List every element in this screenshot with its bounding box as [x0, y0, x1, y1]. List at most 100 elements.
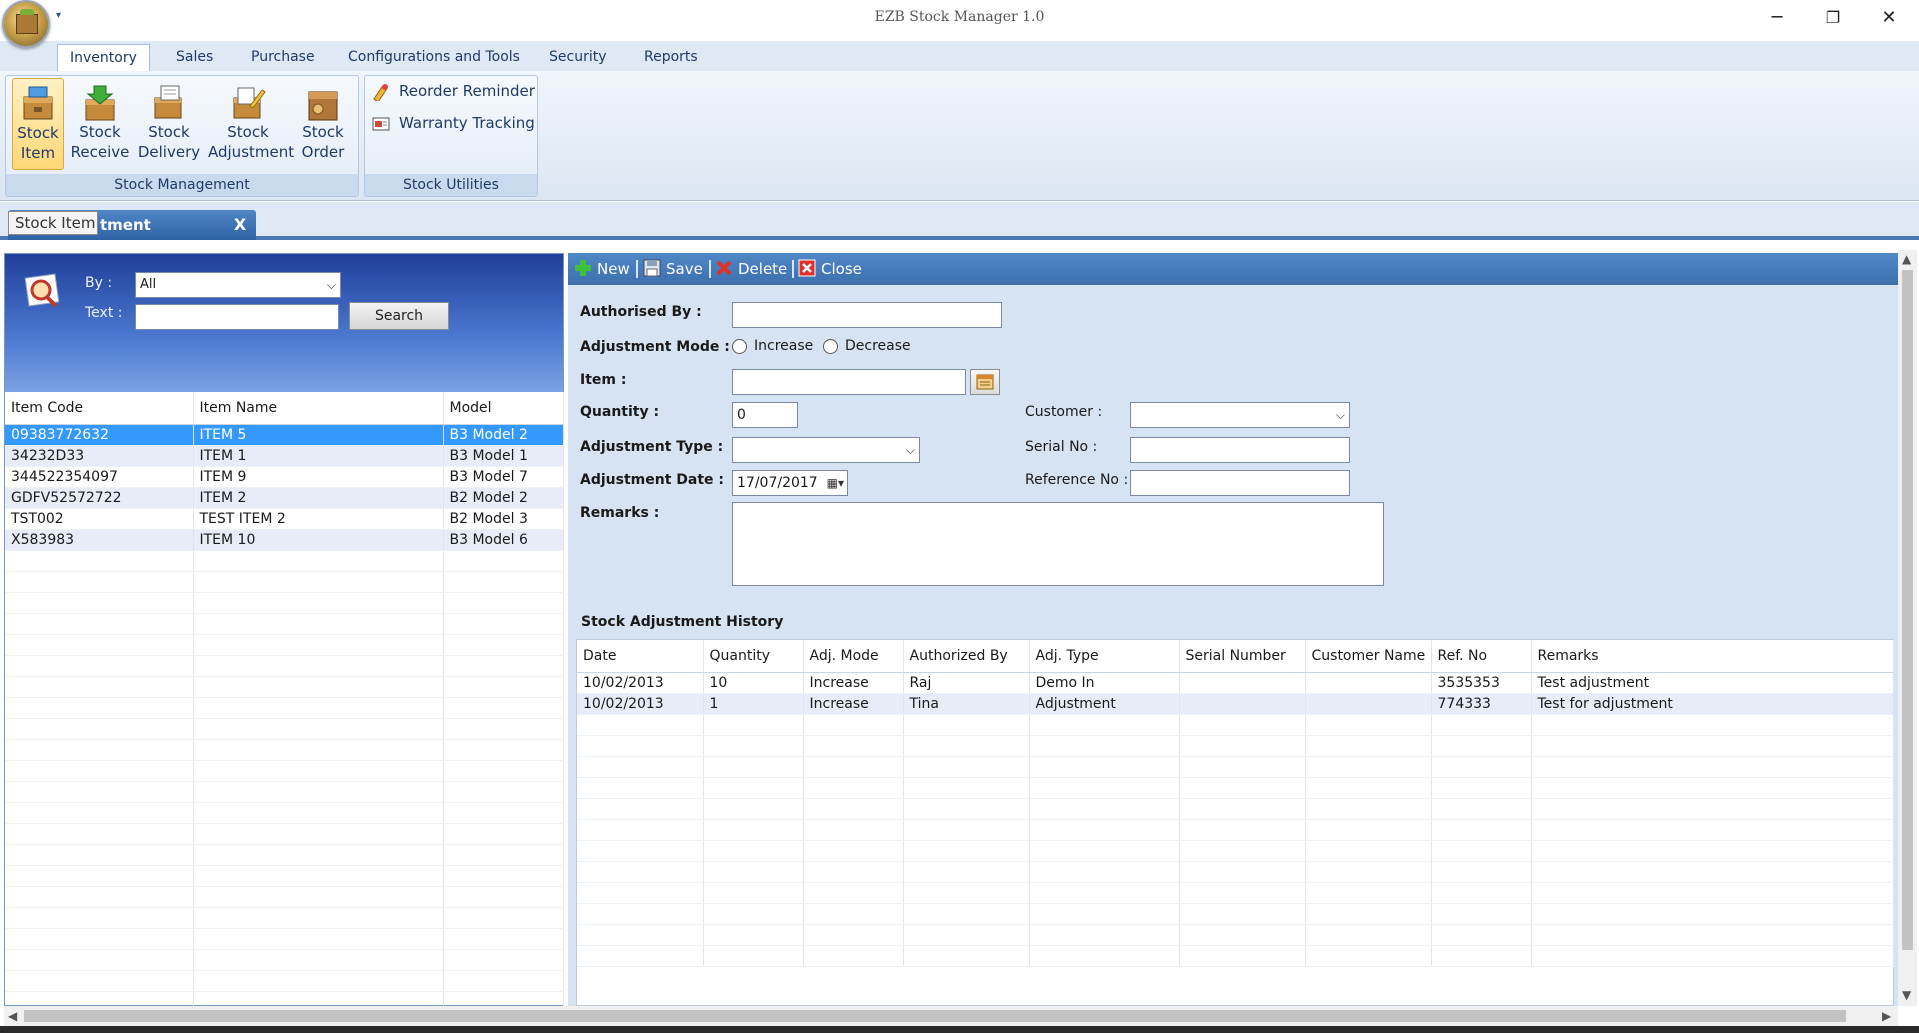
table-row[interactable]: 10/02/2013 10 Increase Raj Demo In 35353…: [577, 672, 1894, 694]
item-lookup-icon: [976, 374, 994, 390]
table-row[interactable]: X583983 ITEM 10 B3 Model 6: [5, 529, 564, 551]
col-adj-type[interactable]: Adj. Type: [1029, 640, 1180, 673]
col-authorized-by[interactable]: Authorized By: [903, 640, 1030, 673]
quantity-input[interactable]: 0: [732, 402, 798, 428]
stock-item-icon: [20, 85, 56, 123]
col-model[interactable]: Model: [443, 392, 564, 425]
empty-row: [5, 760, 564, 782]
remarks-textarea[interactable]: [732, 502, 1384, 586]
col-adj-mode[interactable]: Adj. Mode: [803, 640, 904, 673]
tab-inventory[interactable]: Inventory: [57, 44, 150, 71]
minimize-button[interactable]: ─: [1754, 4, 1800, 32]
col-quantity[interactable]: Quantity: [703, 640, 804, 673]
item-name-cell: ITEM 2: [193, 487, 444, 509]
empty-row: [5, 739, 564, 761]
reorder-reminder-button[interactable]: Reorder Reminder: [371, 78, 535, 104]
empty-row: [5, 886, 564, 908]
empty-row: [577, 945, 1894, 967]
history-title: Stock Adjustment History: [581, 614, 784, 630]
col-date[interactable]: Date: [577, 640, 704, 673]
col-item-code[interactable]: Item Code: [5, 392, 194, 425]
table-row[interactable]: TST002 TEST ITEM 2 B2 Model 3: [5, 508, 564, 530]
scroll-left-icon[interactable]: ◀: [8, 1009, 17, 1023]
search-button[interactable]: Search: [349, 302, 449, 330]
warranty-tracking-button[interactable]: Warranty Tracking: [371, 110, 535, 136]
empty-row: [5, 802, 564, 824]
tab-security[interactable]: Security: [537, 44, 619, 71]
stock-item-button[interactable]: Stock Item: [12, 78, 64, 170]
stock-adjustment-button[interactable]: Stock Adjustment: [208, 78, 294, 170]
adjustment-date-value: 17/07/2017: [737, 475, 818, 491]
warranty-tracking-label: Warranty Tracking: [399, 114, 535, 132]
scroll-right-icon[interactable]: ▶: [1882, 1009, 1891, 1023]
adj-mode-cell: Increase: [803, 672, 904, 694]
delete-button[interactable]: Delete: [715, 258, 787, 280]
table-row[interactable]: 344522354097 ITEM 9 B3 Model 7: [5, 466, 564, 488]
stock-order-button[interactable]: Stock Order: [296, 78, 350, 170]
new-button[interactable]: New: [574, 258, 630, 280]
vertical-scrollbar[interactable]: ▲ ▼: [1898, 250, 1917, 1006]
adjustment-type-select[interactable]: ⌵: [732, 437, 920, 463]
tab-purchase[interactable]: Purchase: [239, 44, 327, 71]
search-text-input[interactable]: [135, 304, 339, 330]
table-row[interactable]: 09383772632 ITEM 5 B3 Model 2: [5, 424, 564, 446]
reference-no-input[interactable]: [1130, 470, 1350, 496]
col-item-name[interactable]: Item Name: [193, 392, 444, 425]
search-by-select[interactable]: All ⌵: [135, 272, 341, 298]
adjustment-date-picker[interactable]: 17/07/2017 ▦▾: [732, 470, 848, 496]
item-input[interactable]: [732, 369, 966, 395]
empty-row: [577, 777, 1894, 799]
empty-row: [5, 655, 564, 677]
close-button[interactable]: Close: [798, 258, 862, 280]
empty-row: [577, 756, 1894, 778]
table-row[interactable]: GDFV52572722 ITEM 2 B2 Model 2: [5, 487, 564, 509]
customer-select[interactable]: ⌵: [1130, 402, 1350, 428]
authorised-by-input[interactable]: [732, 302, 1002, 328]
scroll-down-icon[interactable]: ▼: [1902, 988, 1911, 1002]
empty-row: [577, 735, 1894, 757]
empty-row: [577, 819, 1894, 841]
empty-row: [5, 823, 564, 845]
search-by-label: By :: [85, 275, 113, 291]
empty-row: [577, 840, 1894, 862]
close-window-button[interactable]: ✕: [1866, 4, 1912, 32]
warranty-tracking-icon: [371, 115, 391, 133]
plus-icon: [574, 259, 592, 277]
col-ref-no[interactable]: Ref. No: [1431, 640, 1532, 673]
tab-configurations-and-tools[interactable]: Configurations and Tools: [336, 44, 532, 71]
restore-button[interactable]: ❐: [1810, 4, 1856, 32]
stock-receive-button[interactable]: Stock Receive: [70, 78, 130, 170]
horizontal-scroll-thumb[interactable]: [24, 1010, 1846, 1022]
document-tab-bar: tment X: [0, 202, 1919, 240]
item-name-cell: ITEM 1: [193, 445, 444, 467]
empty-row: [577, 861, 1894, 883]
item-name-cell: ITEM 9: [193, 466, 444, 488]
tab-sales[interactable]: Sales: [164, 44, 225, 71]
item-lookup-button[interactable]: [970, 369, 1000, 395]
col-remarks[interactable]: Remarks: [1531, 640, 1894, 673]
horizontal-scrollbar[interactable]: ◀ ▶: [4, 1006, 1898, 1026]
save-button[interactable]: Save: [643, 258, 703, 280]
decrease-radio[interactable]: [823, 339, 838, 354]
stock-delivery-button[interactable]: Stock Delivery: [136, 78, 202, 170]
stock-utilities-group: Reorder Reminder Warranty Tracking Stock…: [364, 75, 538, 197]
delete-label: Delete: [738, 260, 788, 278]
serial-number-cell: [1179, 693, 1306, 715]
vertical-scroll-thumb[interactable]: [1902, 270, 1913, 950]
increase-radio[interactable]: [732, 339, 747, 354]
items-grid: Item Code Item Name Model 09383772632 IT…: [5, 392, 564, 1013]
tab-tooltip: Stock Item: [8, 211, 98, 235]
col-customer-name[interactable]: Customer Name: [1305, 640, 1432, 673]
tab-reports[interactable]: Reports: [632, 44, 710, 71]
stock-receive-icon: [82, 84, 118, 122]
scroll-up-icon[interactable]: ▲: [1902, 252, 1911, 266]
table-row[interactable]: 10/02/2013 1 Increase Tina Adjustment 77…: [577, 693, 1894, 715]
table-row[interactable]: 34232D33 ITEM 1 B3 Model 1: [5, 445, 564, 467]
serial-no-input[interactable]: [1130, 437, 1350, 463]
col-serial-number[interactable]: Serial Number: [1179, 640, 1306, 673]
close-label: Close: [821, 260, 862, 278]
empty-row: [5, 718, 564, 740]
stock-order-label-2: Order: [301, 143, 345, 161]
close-tab-icon[interactable]: X: [230, 210, 250, 240]
app-menu-button[interactable]: [2, 0, 50, 48]
